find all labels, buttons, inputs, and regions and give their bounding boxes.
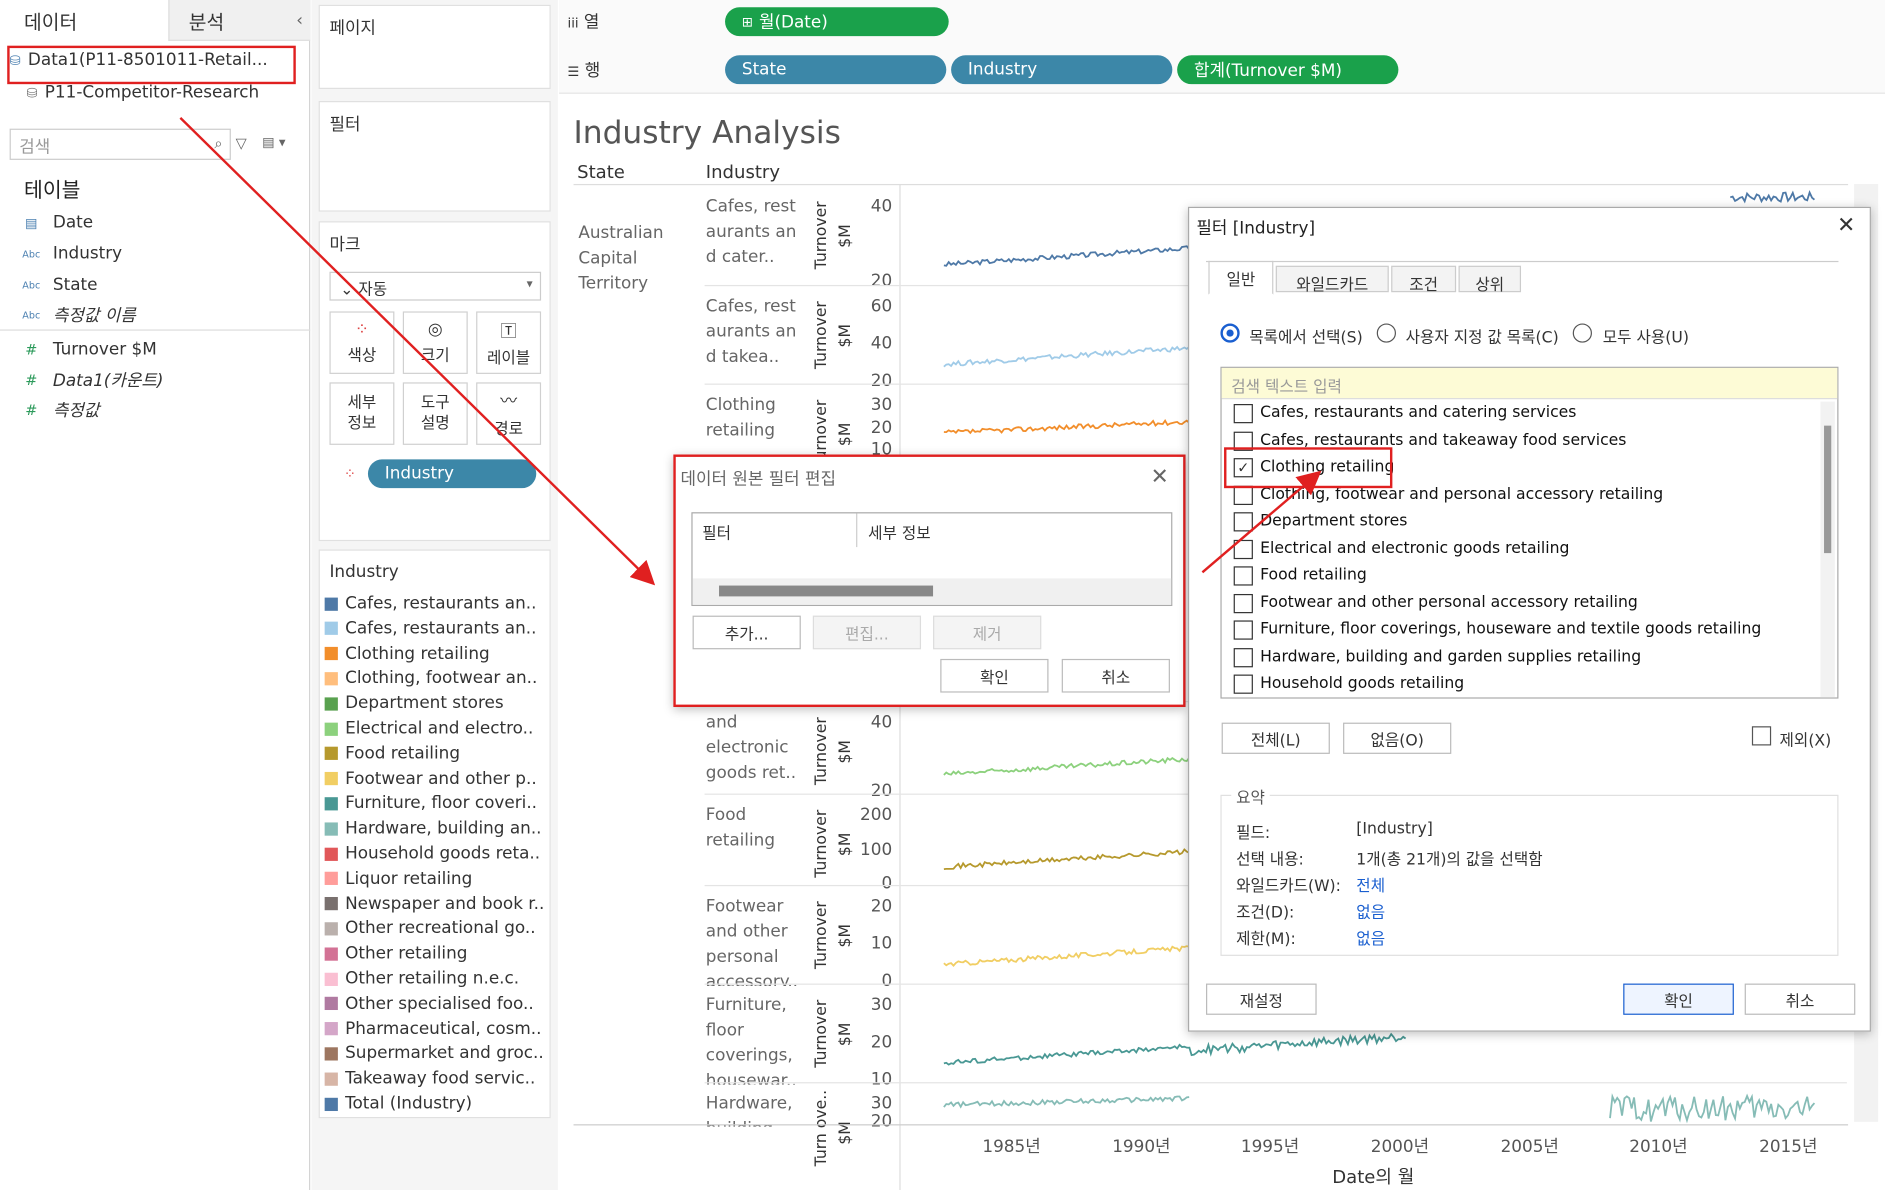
arrow-datasource-to-dialog [179, 116, 656, 586]
arrow-to-clothing [1201, 470, 1322, 574]
annotation-arrows [179, 116, 1322, 586]
